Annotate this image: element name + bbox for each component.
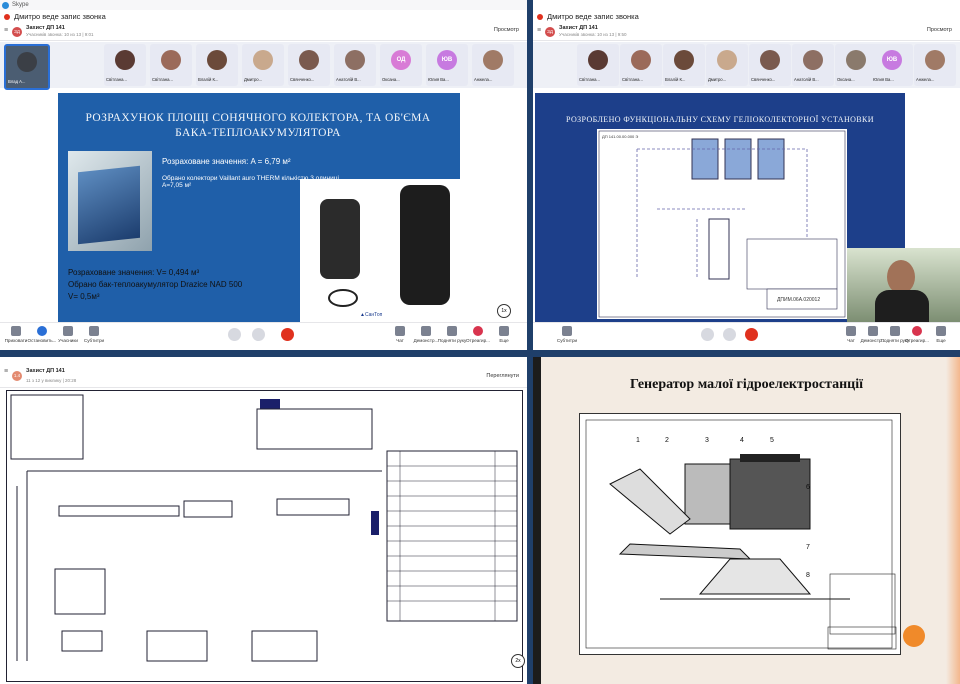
- svg-text:8: 8: [806, 572, 810, 579]
- menu-icon[interactable]: ≡: [537, 27, 541, 34]
- end-call-button[interactable]: [281, 328, 294, 341]
- participant-tile[interactable]: ОД Оксана...: [380, 44, 422, 86]
- meeting-name: Захист ДП 141: [26, 368, 65, 374]
- meeting-subtitle: 11 з 12 у виклику | 20:28: [26, 378, 77, 383]
- skype-window-bottom-left: ≡ 1.4 Захист ДП 141 11 з 12 у виклику | …: [0, 357, 527, 684]
- mic-toggle[interactable]: [701, 328, 714, 341]
- video-toggle[interactable]: [723, 328, 736, 341]
- participant-tile[interactable]: Влад А...: [4, 44, 50, 90]
- call-toolbar: Приховати Остановить... Учасники Субтитр…: [0, 322, 527, 349]
- meeting-name: Захист ДП 141: [559, 25, 598, 31]
- svg-text:1: 1: [636, 437, 640, 444]
- meeting-header: ≡ 1.4 Захист ДП 141 11 з 12 у виклику | …: [0, 365, 527, 388]
- group-avatar: 1.4: [12, 371, 22, 381]
- meeting-header: ≡ ЗД Захист ДП 141 Учасників звонка: 10 …: [0, 24, 527, 41]
- svg-text:ДП 141.00.00.000 Э: ДП 141.00.00.000 Э: [602, 134, 638, 139]
- v-final-text: V= 0,5м³: [68, 292, 100, 301]
- recording-banner: Дмитро веде запис звонка: [533, 10, 960, 24]
- svg-text:7: 7: [806, 544, 810, 551]
- participant-tile[interactable]: Влалій К...: [196, 44, 238, 86]
- participant-tile[interactable]: Свянченко...: [288, 44, 330, 86]
- skype-window-right: Дмитро веде запис звонка ≡ ЗД Захист ДП …: [533, 0, 960, 350]
- tank-text: Обрано бак-теплоакумулятор Drazice NAD 5…: [68, 280, 243, 289]
- zoom-indicator[interactable]: 2x: [511, 654, 525, 668]
- participant-tile[interactable]: Дмитро...: [242, 44, 284, 86]
- schematic-drawing: ДПИМ.06A.020012 ДП 141.00.00.000 Э: [597, 129, 847, 319]
- participant-tile[interactable]: Свянченко...: [749, 44, 791, 86]
- shared-slide-1: РОЗРАХУНОК ПЛОЩІ СОНЯЧНОГО КОЛЕКТОРА, ТА…: [58, 93, 460, 323]
- participant-tile[interactable]: Світлана...: [577, 44, 619, 86]
- menu-icon[interactable]: ≡: [4, 27, 8, 34]
- subtitles-button[interactable]: Субтитри: [551, 326, 583, 343]
- participant-tile[interactable]: Світлана...: [150, 44, 192, 86]
- window-title: Skype: [0, 0, 527, 10]
- meeting-name: Захист ДП 141: [26, 25, 65, 31]
- subtitles-button[interactable]: Субтитри: [78, 326, 110, 343]
- skype-window-left: Skype Дмитро веде запис звонка ≡ ЗД Захи…: [0, 0, 527, 350]
- participant-tile[interactable]: ЮВ Юлия Ва...: [871, 44, 913, 86]
- slide-title: РОЗРОБЛЕНО ФУНКЦІОНАЛЬНУ СХЕМУ ГЕЛІОКОЛЕ…: [566, 115, 874, 124]
- svg-text:5: 5: [770, 437, 774, 444]
- group-avatar: ЗД: [545, 27, 555, 37]
- svg-text:4: 4: [740, 437, 744, 444]
- participant-tile[interactable]: Анжела...: [472, 44, 514, 86]
- participant-tile[interactable]: Влалій К...: [663, 44, 705, 86]
- meeting-subtitle: Учасників звонка: 10 из 13 | 9:01: [26, 32, 94, 37]
- volume-text: Розраховане значення: V= 0,494 м³: [68, 268, 200, 277]
- slide-title: Генератор малої гідроелектростанції: [629, 377, 864, 392]
- shared-slide-4: Генератор малої гідроелектростанції 1 2 …: [533, 357, 960, 684]
- participant-tile[interactable]: Світлана...: [620, 44, 662, 86]
- tank-image: ▲СанТоп: [300, 179, 460, 323]
- floor-plan-drawing: [6, 390, 523, 682]
- meeting-header: ≡ ЗД Захист ДП 141 Учасників звонка: 10 …: [533, 24, 960, 41]
- video-toggle[interactable]: [252, 328, 265, 341]
- collector-image: [68, 151, 152, 251]
- more-button[interactable]: Еще: [488, 326, 520, 343]
- svg-text:2: 2: [665, 437, 669, 444]
- end-call-button[interactable]: [745, 328, 758, 341]
- record-icon: [4, 14, 10, 20]
- more-button[interactable]: Еще: [925, 326, 957, 343]
- zoom-indicator[interactable]: 1x: [497, 304, 511, 318]
- area-text: Розраховане значення: A = 6,79 м²: [162, 157, 291, 166]
- svg-text:6: 6: [806, 484, 810, 491]
- preview-button[interactable]: Просмотр: [927, 27, 952, 33]
- view-button[interactable]: Переглянути: [486, 373, 519, 379]
- preview-button[interactable]: Просмотр: [494, 27, 519, 33]
- svg-text:ДПИМ.06A.020012: ДПИМ.06A.020012: [777, 297, 820, 303]
- slide-title: РОЗРАХУНОК ПЛОЩІ СОНЯЧНОГО КОЛЕКТОРА, ТА…: [85, 112, 431, 139]
- participants-strip: Світлана... Світлана... Влалій К... Дмит…: [533, 42, 960, 88]
- record-icon: [537, 14, 543, 20]
- self-video: [847, 248, 960, 324]
- menu-icon[interactable]: ≡: [4, 368, 8, 375]
- participant-tile[interactable]: Анатолій В...: [334, 44, 376, 86]
- mic-toggle[interactable]: [228, 328, 241, 341]
- participant-tile[interactable]: Світлана...: [104, 44, 146, 86]
- participant-tile[interactable]: ЮВ Юлия Ва...: [426, 44, 468, 86]
- generator-drawing: 1 2 3 4 5 6 7 8: [579, 413, 901, 655]
- participant-tile[interactable]: Дмитро...: [706, 44, 748, 86]
- pointer-dot-icon: [903, 625, 925, 647]
- participant-tile[interactable]: Анатолій В...: [792, 44, 834, 86]
- call-toolbar: Субтитри Чат Демонстр... Подняти руку От…: [533, 322, 960, 349]
- participants-strip: Влад А... Світлана... Світлана... Влалій…: [0, 42, 527, 90]
- recording-banner: Дмитро веде запис звонка: [0, 10, 527, 24]
- meeting-subtitle: Учасників звонка: 10 из 13 | 9:50: [559, 32, 627, 37]
- svg-text:3: 3: [705, 437, 709, 444]
- skype-logo-icon: [2, 2, 9, 9]
- group-avatar: ЗД: [12, 27, 22, 37]
- participant-tile[interactable]: Анжела...: [914, 44, 956, 86]
